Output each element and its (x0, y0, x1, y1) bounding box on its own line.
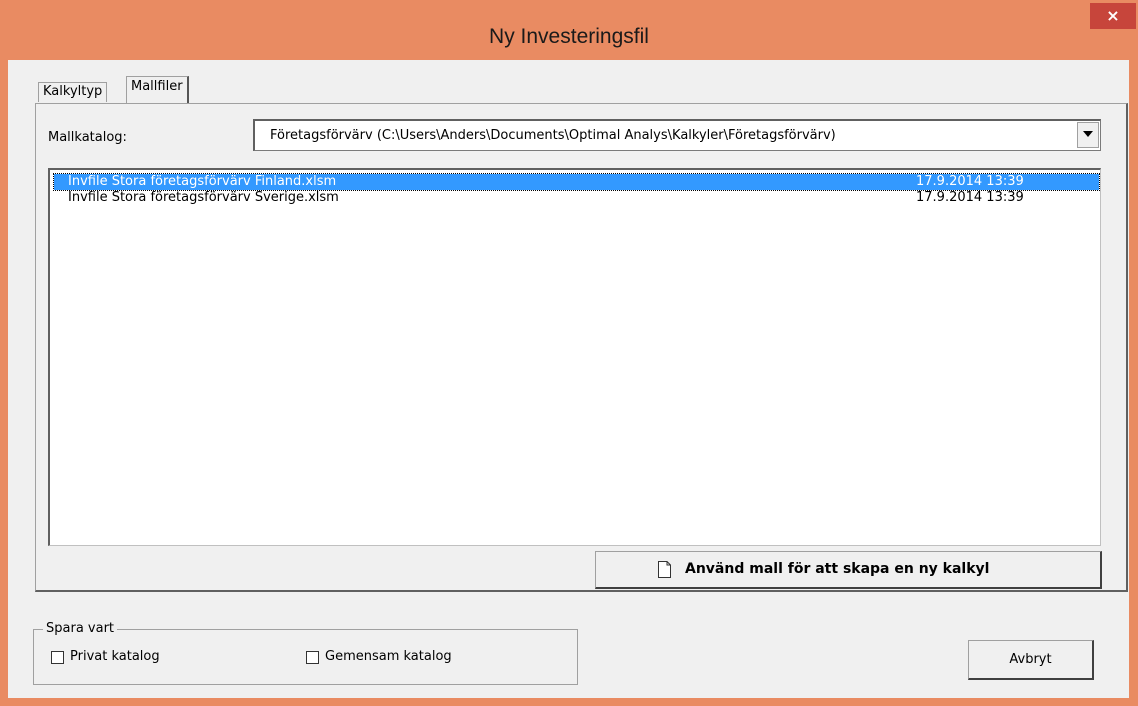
mallkatalog-label: Mallkatalog: (48, 130, 127, 145)
template-file-list[interactable]: Invfile Stora företagsförvärv Finland.xl… (48, 168, 1101, 546)
window-title: Ny Investeringsfil (489, 25, 649, 48)
file-date: 17.9.2014 13:39 (916, 174, 1024, 189)
dialog-client-area: Kalkyltyp Mallfiler Mallkatalog: Företag… (8, 60, 1129, 698)
use-template-button-label: Använd mall för att skapa en ny kalkyl (685, 561, 990, 577)
save-location-title: Spara vart (43, 621, 118, 636)
close-button[interactable]: × (1090, 3, 1136, 29)
tab-mallfiler[interactable]: Mallfiler (126, 76, 189, 103)
list-item[interactable]: Invfile Stora företagsförvärv Sverige.xl… (54, 190, 1099, 206)
private-folder-label[interactable]: Privat katalog (70, 649, 160, 664)
chevron-down-icon[interactable] (1077, 122, 1099, 148)
document-icon (658, 561, 671, 578)
cancel-button[interactable]: Avbryt (968, 640, 1094, 680)
file-name: Invfile Stora företagsförvärv Sverige.xl… (68, 190, 339, 205)
tab-kalkyltyp[interactable]: Kalkyltyp (38, 82, 108, 102)
dialog-window: Ny Investeringsfil × Kalkyltyp Mallfiler… (0, 0, 1138, 706)
shared-folder-checkbox[interactable] (306, 651, 319, 664)
private-folder-checkbox[interactable] (51, 651, 64, 664)
mallkatalog-selected-value: Företagsförvärv (C:\Users\Anders\Documen… (270, 128, 836, 143)
shared-folder-label[interactable]: Gemensam katalog (325, 649, 452, 664)
file-name: Invfile Stora företagsförvärv Finland.xl… (68, 174, 337, 189)
mallkatalog-combobox[interactable]: Företagsförvärv (C:\Users\Anders\Documen… (253, 119, 1101, 151)
file-date: 17.9.2014 13:39 (916, 190, 1024, 205)
list-item[interactable]: Invfile Stora företagsförvärv Finland.xl… (53, 173, 1100, 191)
use-template-button[interactable]: Använd mall för att skapa en ny kalkyl (595, 551, 1102, 589)
